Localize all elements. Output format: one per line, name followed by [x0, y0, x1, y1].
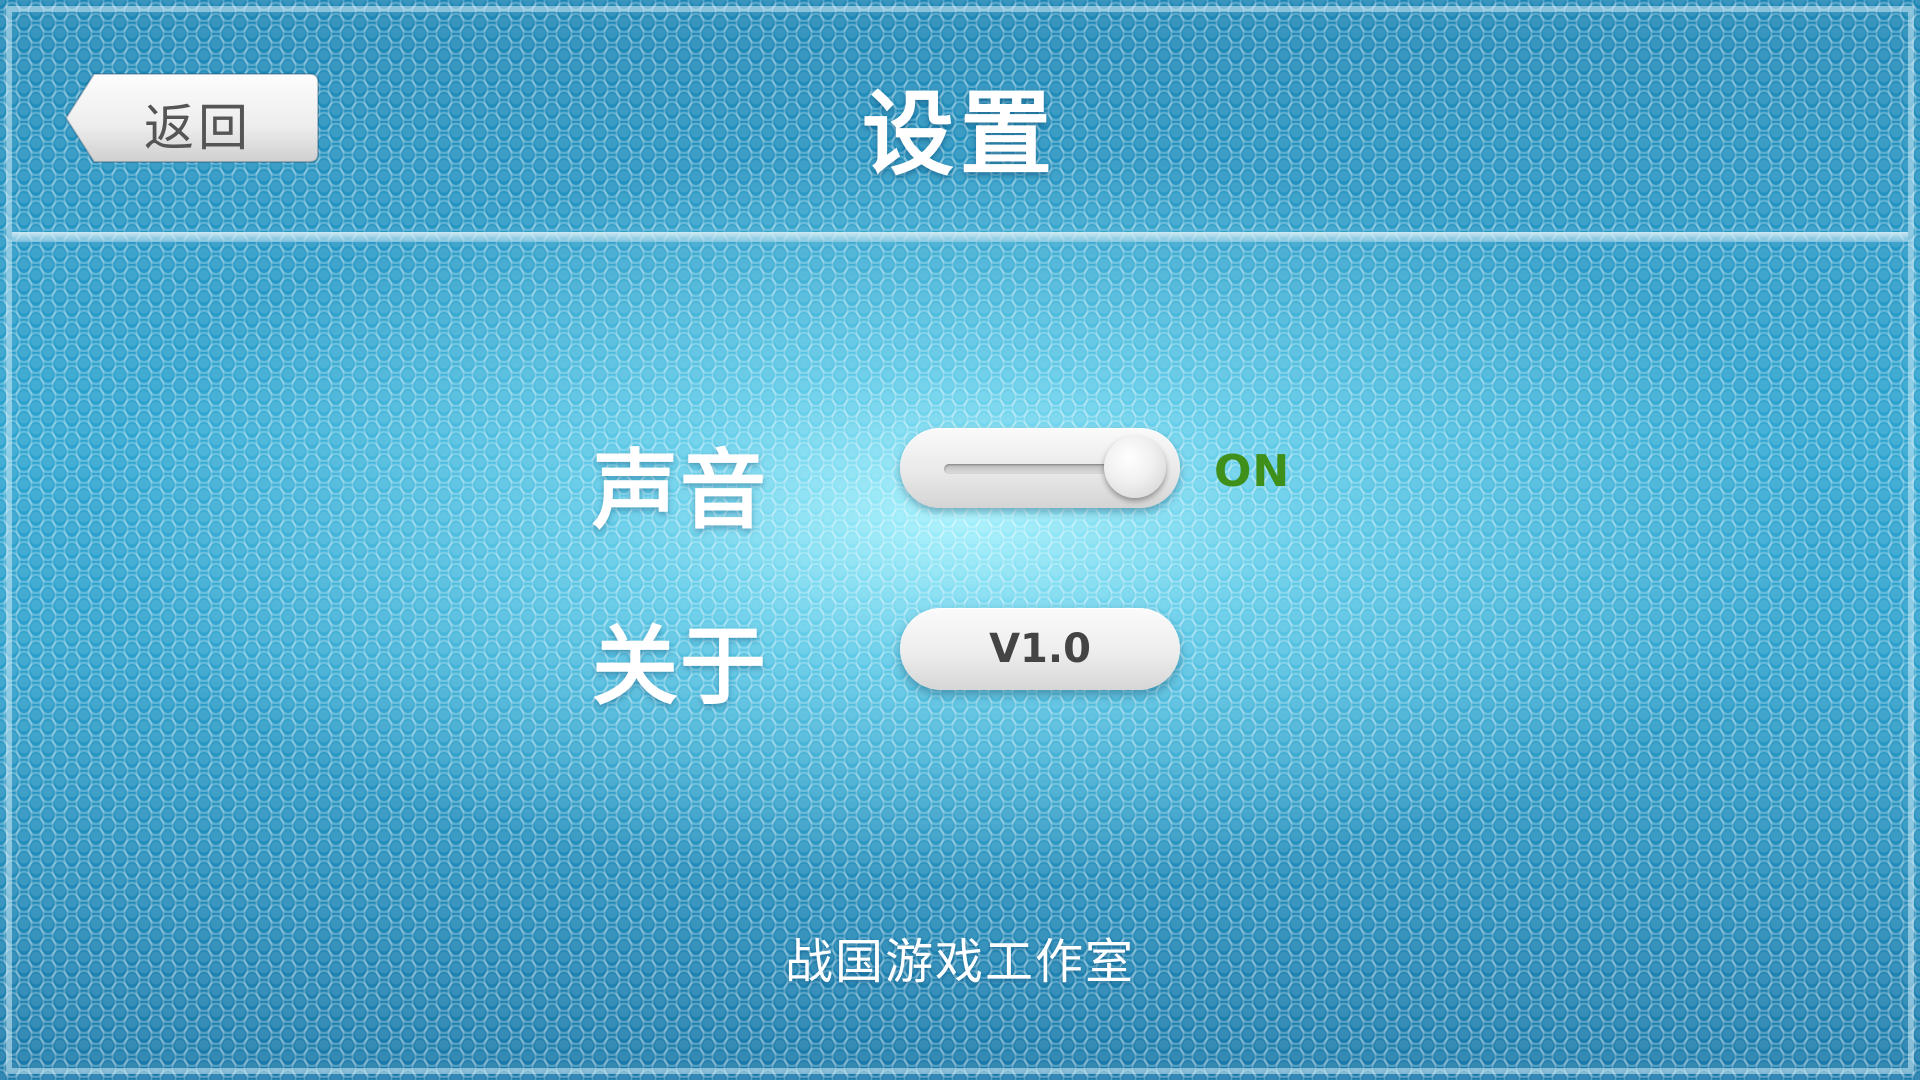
sound-status: ON — [1214, 446, 1291, 497]
version-button[interactable]: V1.0 — [900, 608, 1180, 690]
settings-screen: 返回 设置 声音 ON 关于 V1.0 战国游戏工作室 — [0, 0, 1920, 1080]
footer-credit: 战国游戏工作室 — [784, 934, 1135, 990]
about-label: 关于 — [592, 617, 768, 717]
page-title: 设置 — [861, 81, 1058, 188]
sound-toggle-slider[interactable] — [900, 428, 1180, 508]
sound-label: 声音 — [592, 441, 768, 541]
slider-knob[interactable] — [1104, 436, 1166, 498]
header-divider — [12, 232, 1908, 242]
